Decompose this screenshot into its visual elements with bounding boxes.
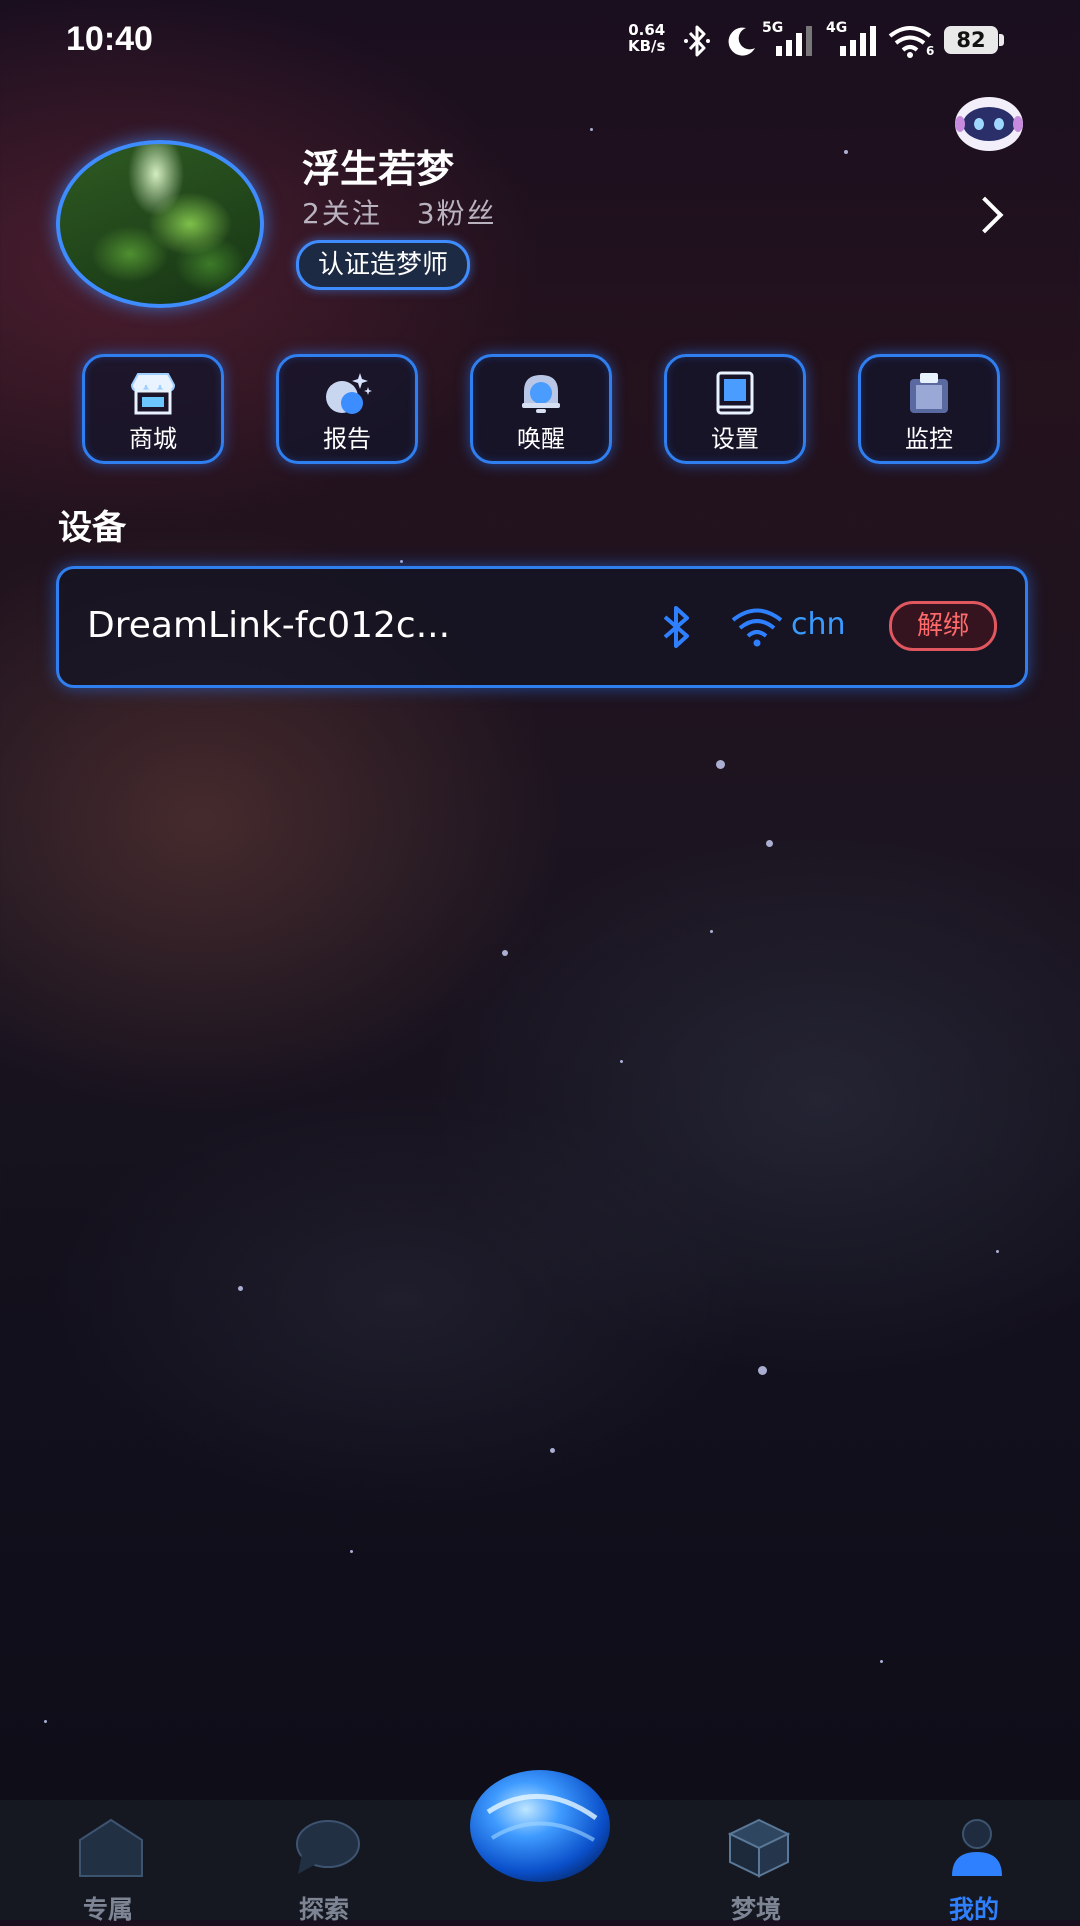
- device-name: DreamLink-fc012c...: [87, 605, 451, 646]
- monitor-button[interactable]: 监控: [858, 354, 1000, 464]
- star: [710, 930, 713, 933]
- device-card[interactable]: DreamLink-fc012c... chn 解绑: [56, 566, 1028, 688]
- quick-action-label: 监控: [905, 425, 953, 453]
- chat-bubble-icon: [296, 1820, 360, 1874]
- star: [620, 1060, 623, 1063]
- store-button[interactable]: 商城: [82, 354, 224, 464]
- star: [766, 840, 773, 847]
- nav-item-dreams[interactable]: 梦境: [696, 1818, 816, 1924]
- nav-label: 梦境: [730, 1895, 781, 1924]
- report-button[interactable]: 报告: [276, 354, 418, 464]
- wake-button[interactable]: 唤醒: [470, 354, 612, 464]
- net-speed: 0.64 KB/s: [628, 22, 665, 54]
- star: [44, 1720, 47, 1723]
- follow-stats: 2关注 3粉丝: [302, 192, 497, 232]
- star: [550, 1448, 555, 1453]
- battery-tip: [999, 34, 1004, 46]
- bell-icon: [522, 375, 560, 413]
- robot-assistant-icon[interactable]: [954, 94, 1024, 152]
- quick-action-label: 商城: [129, 425, 177, 453]
- star: [502, 950, 508, 956]
- quick-action-label: 设置: [711, 425, 759, 453]
- clipboard-icon: [910, 373, 948, 413]
- signal-icon: [776, 26, 812, 56]
- person-icon: [952, 1819, 1002, 1876]
- nav-label: 探索: [298, 1895, 349, 1924]
- nav-item-explore[interactable]: 探索: [264, 1818, 384, 1924]
- net-speed-value: 0.64: [628, 21, 666, 39]
- following-count[interactable]: 2关注: [302, 197, 382, 230]
- battery-icon: 82: [944, 26, 998, 54]
- moon-icon: [728, 27, 755, 56]
- wifi-name: chn: [791, 607, 846, 642]
- center-orb-button[interactable]: [468, 1768, 612, 1884]
- certified-badge: 认证造梦师: [296, 240, 470, 290]
- nav-item-exclusive[interactable]: 专属: [48, 1818, 168, 1924]
- status-time: 10:40: [66, 20, 153, 58]
- nav-item-mine[interactable]: 我的: [914, 1818, 1034, 1924]
- star: [996, 1250, 999, 1253]
- star: [400, 560, 403, 563]
- section-title-devices: 设备: [58, 508, 126, 548]
- wifi-icon: [731, 608, 783, 647]
- settings-button[interactable]: 设置: [664, 354, 806, 464]
- moon-stars-icon: [326, 373, 372, 414]
- bluetooth-icon: [663, 606, 689, 648]
- star: [880, 1660, 883, 1663]
- star: [844, 150, 848, 154]
- user-name[interactable]: 浮生若梦: [302, 138, 454, 193]
- quick-action-label: 唤醒: [517, 425, 565, 453]
- net-speed-unit: KB/s: [628, 37, 666, 55]
- unbind-button[interactable]: 解绑: [889, 601, 997, 651]
- followers-count[interactable]: 3粉丝: [417, 197, 497, 230]
- wifi-sub: 6: [926, 44, 935, 58]
- store-icon: [130, 373, 176, 415]
- status-bar: 10:40 0.64 KB/s 5G 4G 6 82: [0, 0, 1080, 84]
- book-icon: [716, 371, 754, 415]
- star: [716, 760, 725, 769]
- chevron-right-icon[interactable]: [966, 196, 1004, 234]
- cube-icon: [727, 1818, 791, 1878]
- star: [758, 1366, 767, 1375]
- star: [350, 1550, 353, 1553]
- nav-label: 我的: [948, 1895, 999, 1924]
- nav-label: 专属: [82, 1895, 133, 1924]
- bluetooth-icon: [684, 25, 710, 57]
- home-icon: [79, 1818, 143, 1877]
- quick-action-label: 报告: [323, 425, 371, 453]
- star: [238, 1286, 243, 1291]
- signal-icon: [840, 26, 876, 56]
- avatar[interactable]: [56, 140, 264, 308]
- star: [590, 128, 593, 131]
